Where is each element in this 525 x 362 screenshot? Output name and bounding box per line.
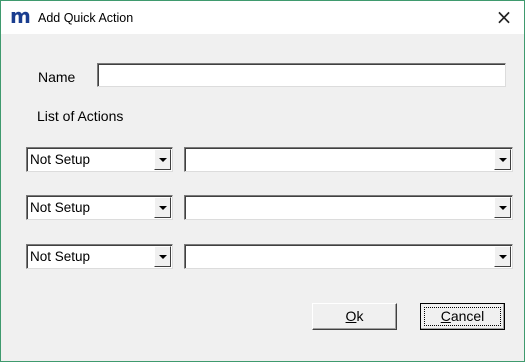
cancel-button[interactable]: Cancel — [420, 303, 505, 330]
action-detail-dropdown-1[interactable] — [184, 147, 513, 172]
action-type-value-3: Not Setup — [30, 249, 91, 264]
title-bar: m Add Quick Action × — [1, 1, 524, 34]
chevron-down-icon[interactable] — [154, 246, 171, 267]
action-type-dropdown-1[interactable]: Not Setup — [26, 147, 173, 172]
ok-label-rest: k — [356, 308, 364, 324]
action-detail-dropdown-2[interactable] — [184, 195, 513, 220]
action-detail-dropdown-3[interactable] — [184, 244, 513, 269]
chevron-down-icon[interactable] — [154, 197, 171, 218]
action-type-value-1: Not Setup — [30, 152, 91, 167]
window-title: Add Quick Action — [38, 11, 134, 25]
name-input[interactable] — [97, 63, 506, 87]
close-button[interactable]: × — [484, 1, 524, 34]
dialog-window: m Add Quick Action × Name List of Action… — [0, 0, 525, 362]
chevron-down-icon[interactable] — [494, 197, 511, 218]
ok-button[interactable]: Ok — [312, 303, 397, 330]
close-icon: × — [495, 5, 513, 29]
list-of-actions-label: List of Actions — [37, 108, 124, 124]
action-type-dropdown-3[interactable]: Not Setup — [26, 244, 173, 269]
chevron-down-icon[interactable] — [494, 149, 511, 170]
chevron-down-icon[interactable] — [494, 246, 511, 267]
action-type-dropdown-2[interactable]: Not Setup — [26, 195, 173, 220]
ok-mnemonic: O — [345, 308, 357, 324]
name-label: Name — [38, 69, 76, 85]
chevron-down-icon[interactable] — [154, 149, 171, 170]
action-type-value-2: Not Setup — [30, 200, 91, 215]
app-logo-icon: m — [10, 4, 31, 28]
